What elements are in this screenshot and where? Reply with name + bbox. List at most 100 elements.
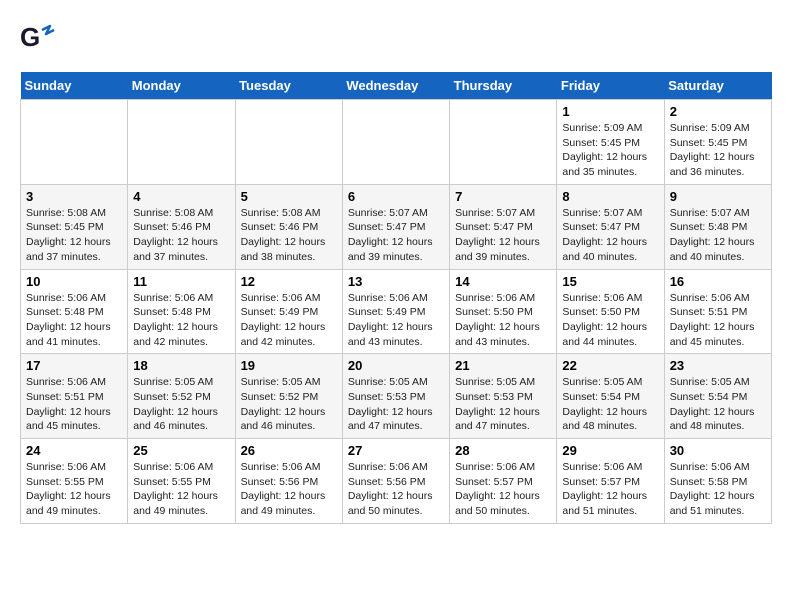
day-info: Sunrise: 5:06 AM Sunset: 5:49 PM Dayligh…	[348, 291, 444, 350]
column-header-thursday: Thursday	[450, 72, 557, 100]
day-info: Sunrise: 5:05 AM Sunset: 5:52 PM Dayligh…	[241, 375, 337, 434]
day-info: Sunrise: 5:06 AM Sunset: 5:57 PM Dayligh…	[455, 460, 551, 519]
day-info: Sunrise: 5:06 AM Sunset: 5:51 PM Dayligh…	[26, 375, 122, 434]
day-number: 4	[133, 189, 229, 204]
day-info: Sunrise: 5:06 AM Sunset: 5:56 PM Dayligh…	[241, 460, 337, 519]
day-number: 7	[455, 189, 551, 204]
calendar-week-3: 10 Sunrise: 5:06 AM Sunset: 5:48 PM Dayli…	[21, 269, 772, 354]
day-info: Sunrise: 5:07 AM Sunset: 5:48 PM Dayligh…	[670, 206, 766, 265]
day-number: 30	[670, 443, 766, 458]
day-number: 6	[348, 189, 444, 204]
column-header-friday: Friday	[557, 72, 664, 100]
day-number: 3	[26, 189, 122, 204]
calendar-cell: 10 Sunrise: 5:06 AM Sunset: 5:48 PM Dayli…	[21, 269, 128, 354]
day-info: Sunrise: 5:06 AM Sunset: 5:49 PM Dayligh…	[241, 291, 337, 350]
calendar-cell: 21 Sunrise: 5:05 AM Sunset: 5:53 PM Dayli…	[450, 354, 557, 439]
calendar-cell: 4 Sunrise: 5:08 AM Sunset: 5:46 PM Daylig…	[128, 184, 235, 269]
day-number: 27	[348, 443, 444, 458]
logo-icon: G	[20, 20, 56, 56]
day-info: Sunrise: 5:08 AM Sunset: 5:46 PM Dayligh…	[133, 206, 229, 265]
day-number: 14	[455, 274, 551, 289]
calendar-cell: 3 Sunrise: 5:08 AM Sunset: 5:45 PM Daylig…	[21, 184, 128, 269]
calendar-cell: 25 Sunrise: 5:06 AM Sunset: 5:55 PM Dayli…	[128, 439, 235, 524]
day-number: 21	[455, 358, 551, 373]
day-number: 28	[455, 443, 551, 458]
calendar-cell: 5 Sunrise: 5:08 AM Sunset: 5:46 PM Daylig…	[235, 184, 342, 269]
day-number: 26	[241, 443, 337, 458]
day-info: Sunrise: 5:07 AM Sunset: 5:47 PM Dayligh…	[455, 206, 551, 265]
calendar-cell	[450, 100, 557, 185]
day-number: 9	[670, 189, 766, 204]
calendar-cell: 6Sunrise: 5:07 AM Sunset: 5:47 PM Daylig…	[342, 184, 449, 269]
day-info: Sunrise: 5:06 AM Sunset: 5:55 PM Dayligh…	[133, 460, 229, 519]
calendar-cell: 22 Sunrise: 5:05 AM Sunset: 5:54 PM Dayli…	[557, 354, 664, 439]
day-info: Sunrise: 5:05 AM Sunset: 5:52 PM Dayligh…	[133, 375, 229, 434]
day-info: Sunrise: 5:06 AM Sunset: 5:50 PM Dayligh…	[455, 291, 551, 350]
calendar-cell: 26 Sunrise: 5:06 AM Sunset: 5:56 PM Dayli…	[235, 439, 342, 524]
logo: G	[20, 20, 56, 56]
day-number: 19	[241, 358, 337, 373]
day-number: 2	[670, 104, 766, 119]
day-number: 11	[133, 274, 229, 289]
day-info: Sunrise: 5:05 AM Sunset: 5:54 PM Dayligh…	[562, 375, 658, 434]
day-number: 25	[133, 443, 229, 458]
day-number: 1	[562, 104, 658, 119]
day-info: Sunrise: 5:06 AM Sunset: 5:50 PM Dayligh…	[562, 291, 658, 350]
day-info: Sunrise: 5:06 AM Sunset: 5:48 PM Dayligh…	[133, 291, 229, 350]
day-info: Sunrise: 5:05 AM Sunset: 5:53 PM Dayligh…	[455, 375, 551, 434]
day-number: 13	[348, 274, 444, 289]
day-number: 10	[26, 274, 122, 289]
day-info: Sunrise: 5:08 AM Sunset: 5:45 PM Dayligh…	[26, 206, 122, 265]
calendar-cell: 28 Sunrise: 5:06 AM Sunset: 5:57 PM Dayli…	[450, 439, 557, 524]
calendar-week-1: 1 Sunrise: 5:09 AM Sunset: 5:45 PM Daylig…	[21, 100, 772, 185]
column-header-monday: Monday	[128, 72, 235, 100]
calendar-cell: 2 Sunrise: 5:09 AM Sunset: 5:45 PM Daylig…	[664, 100, 771, 185]
day-number: 20	[348, 358, 444, 373]
day-info: Sunrise: 5:06 AM Sunset: 5:51 PM Dayligh…	[670, 291, 766, 350]
calendar-week-5: 24 Sunrise: 5:06 AM Sunset: 5:55 PM Dayli…	[21, 439, 772, 524]
day-number: 23	[670, 358, 766, 373]
day-number: 24	[26, 443, 122, 458]
column-header-sunday: Sunday	[21, 72, 128, 100]
calendar-cell: 13 Sunrise: 5:06 AM Sunset: 5:49 PM Dayli…	[342, 269, 449, 354]
calendar-cell: 7 Sunrise: 5:07 AM Sunset: 5:47 PM Daylig…	[450, 184, 557, 269]
day-info: Sunrise: 5:07 AM Sunset: 5:47 PM Dayligh…	[562, 206, 658, 265]
column-header-saturday: Saturday	[664, 72, 771, 100]
calendar-cell: 15Sunrise: 5:06 AM Sunset: 5:50 PM Dayli…	[557, 269, 664, 354]
calendar-cell: 19 Sunrise: 5:05 AM Sunset: 5:52 PM Dayli…	[235, 354, 342, 439]
calendar-cell: 29 Sunrise: 5:06 AM Sunset: 5:57 PM Dayli…	[557, 439, 664, 524]
calendar-cell: 12 Sunrise: 5:06 AM Sunset: 5:49 PM Dayli…	[235, 269, 342, 354]
calendar-cell: 14 Sunrise: 5:06 AM Sunset: 5:50 PM Dayli…	[450, 269, 557, 354]
calendar-cell	[128, 100, 235, 185]
calendar-cell: 30 Sunrise: 5:06 AM Sunset: 5:58 PM Dayli…	[664, 439, 771, 524]
calendar-cell: 18Sunrise: 5:05 AM Sunset: 5:52 PM Dayli…	[128, 354, 235, 439]
calendar-table: SundayMondayTuesdayWednesdayThursdayFrid…	[20, 72, 772, 524]
column-header-tuesday: Tuesday	[235, 72, 342, 100]
day-number: 29	[562, 443, 658, 458]
calendar-cell: 8 Sunrise: 5:07 AM Sunset: 5:47 PM Daylig…	[557, 184, 664, 269]
svg-text:G: G	[20, 22, 40, 52]
day-info: Sunrise: 5:06 AM Sunset: 5:56 PM Dayligh…	[348, 460, 444, 519]
day-info: Sunrise: 5:09 AM Sunset: 5:45 PM Dayligh…	[670, 121, 766, 180]
calendar-cell: 17Sunrise: 5:06 AM Sunset: 5:51 PM Dayli…	[21, 354, 128, 439]
calendar-cell: 1Sunrise: 5:09 AM Sunset: 5:45 PM Daylig…	[557, 100, 664, 185]
day-number: 5	[241, 189, 337, 204]
day-number: 12	[241, 274, 337, 289]
calendar-cell	[342, 100, 449, 185]
day-info: Sunrise: 5:06 AM Sunset: 5:48 PM Dayligh…	[26, 291, 122, 350]
day-info: Sunrise: 5:08 AM Sunset: 5:46 PM Dayligh…	[241, 206, 337, 265]
day-info: Sunrise: 5:06 AM Sunset: 5:58 PM Dayligh…	[670, 460, 766, 519]
column-header-wednesday: Wednesday	[342, 72, 449, 100]
calendar-week-4: 17Sunrise: 5:06 AM Sunset: 5:51 PM Dayli…	[21, 354, 772, 439]
day-number: 16	[670, 274, 766, 289]
calendar-cell	[235, 100, 342, 185]
day-info: Sunrise: 5:06 AM Sunset: 5:57 PM Dayligh…	[562, 460, 658, 519]
calendar-cell: 16 Sunrise: 5:06 AM Sunset: 5:51 PM Dayli…	[664, 269, 771, 354]
calendar-cell: 20 Sunrise: 5:05 AM Sunset: 5:53 PM Dayli…	[342, 354, 449, 439]
calendar-header-row: SundayMondayTuesdayWednesdayThursdayFrid…	[21, 72, 772, 100]
day-number: 8	[562, 189, 658, 204]
day-info: Sunrise: 5:05 AM Sunset: 5:53 PM Dayligh…	[348, 375, 444, 434]
calendar-week-2: 3 Sunrise: 5:08 AM Sunset: 5:45 PM Daylig…	[21, 184, 772, 269]
day-number: 22	[562, 358, 658, 373]
calendar-cell: 27 Sunrise: 5:06 AM Sunset: 5:56 PM Dayli…	[342, 439, 449, 524]
